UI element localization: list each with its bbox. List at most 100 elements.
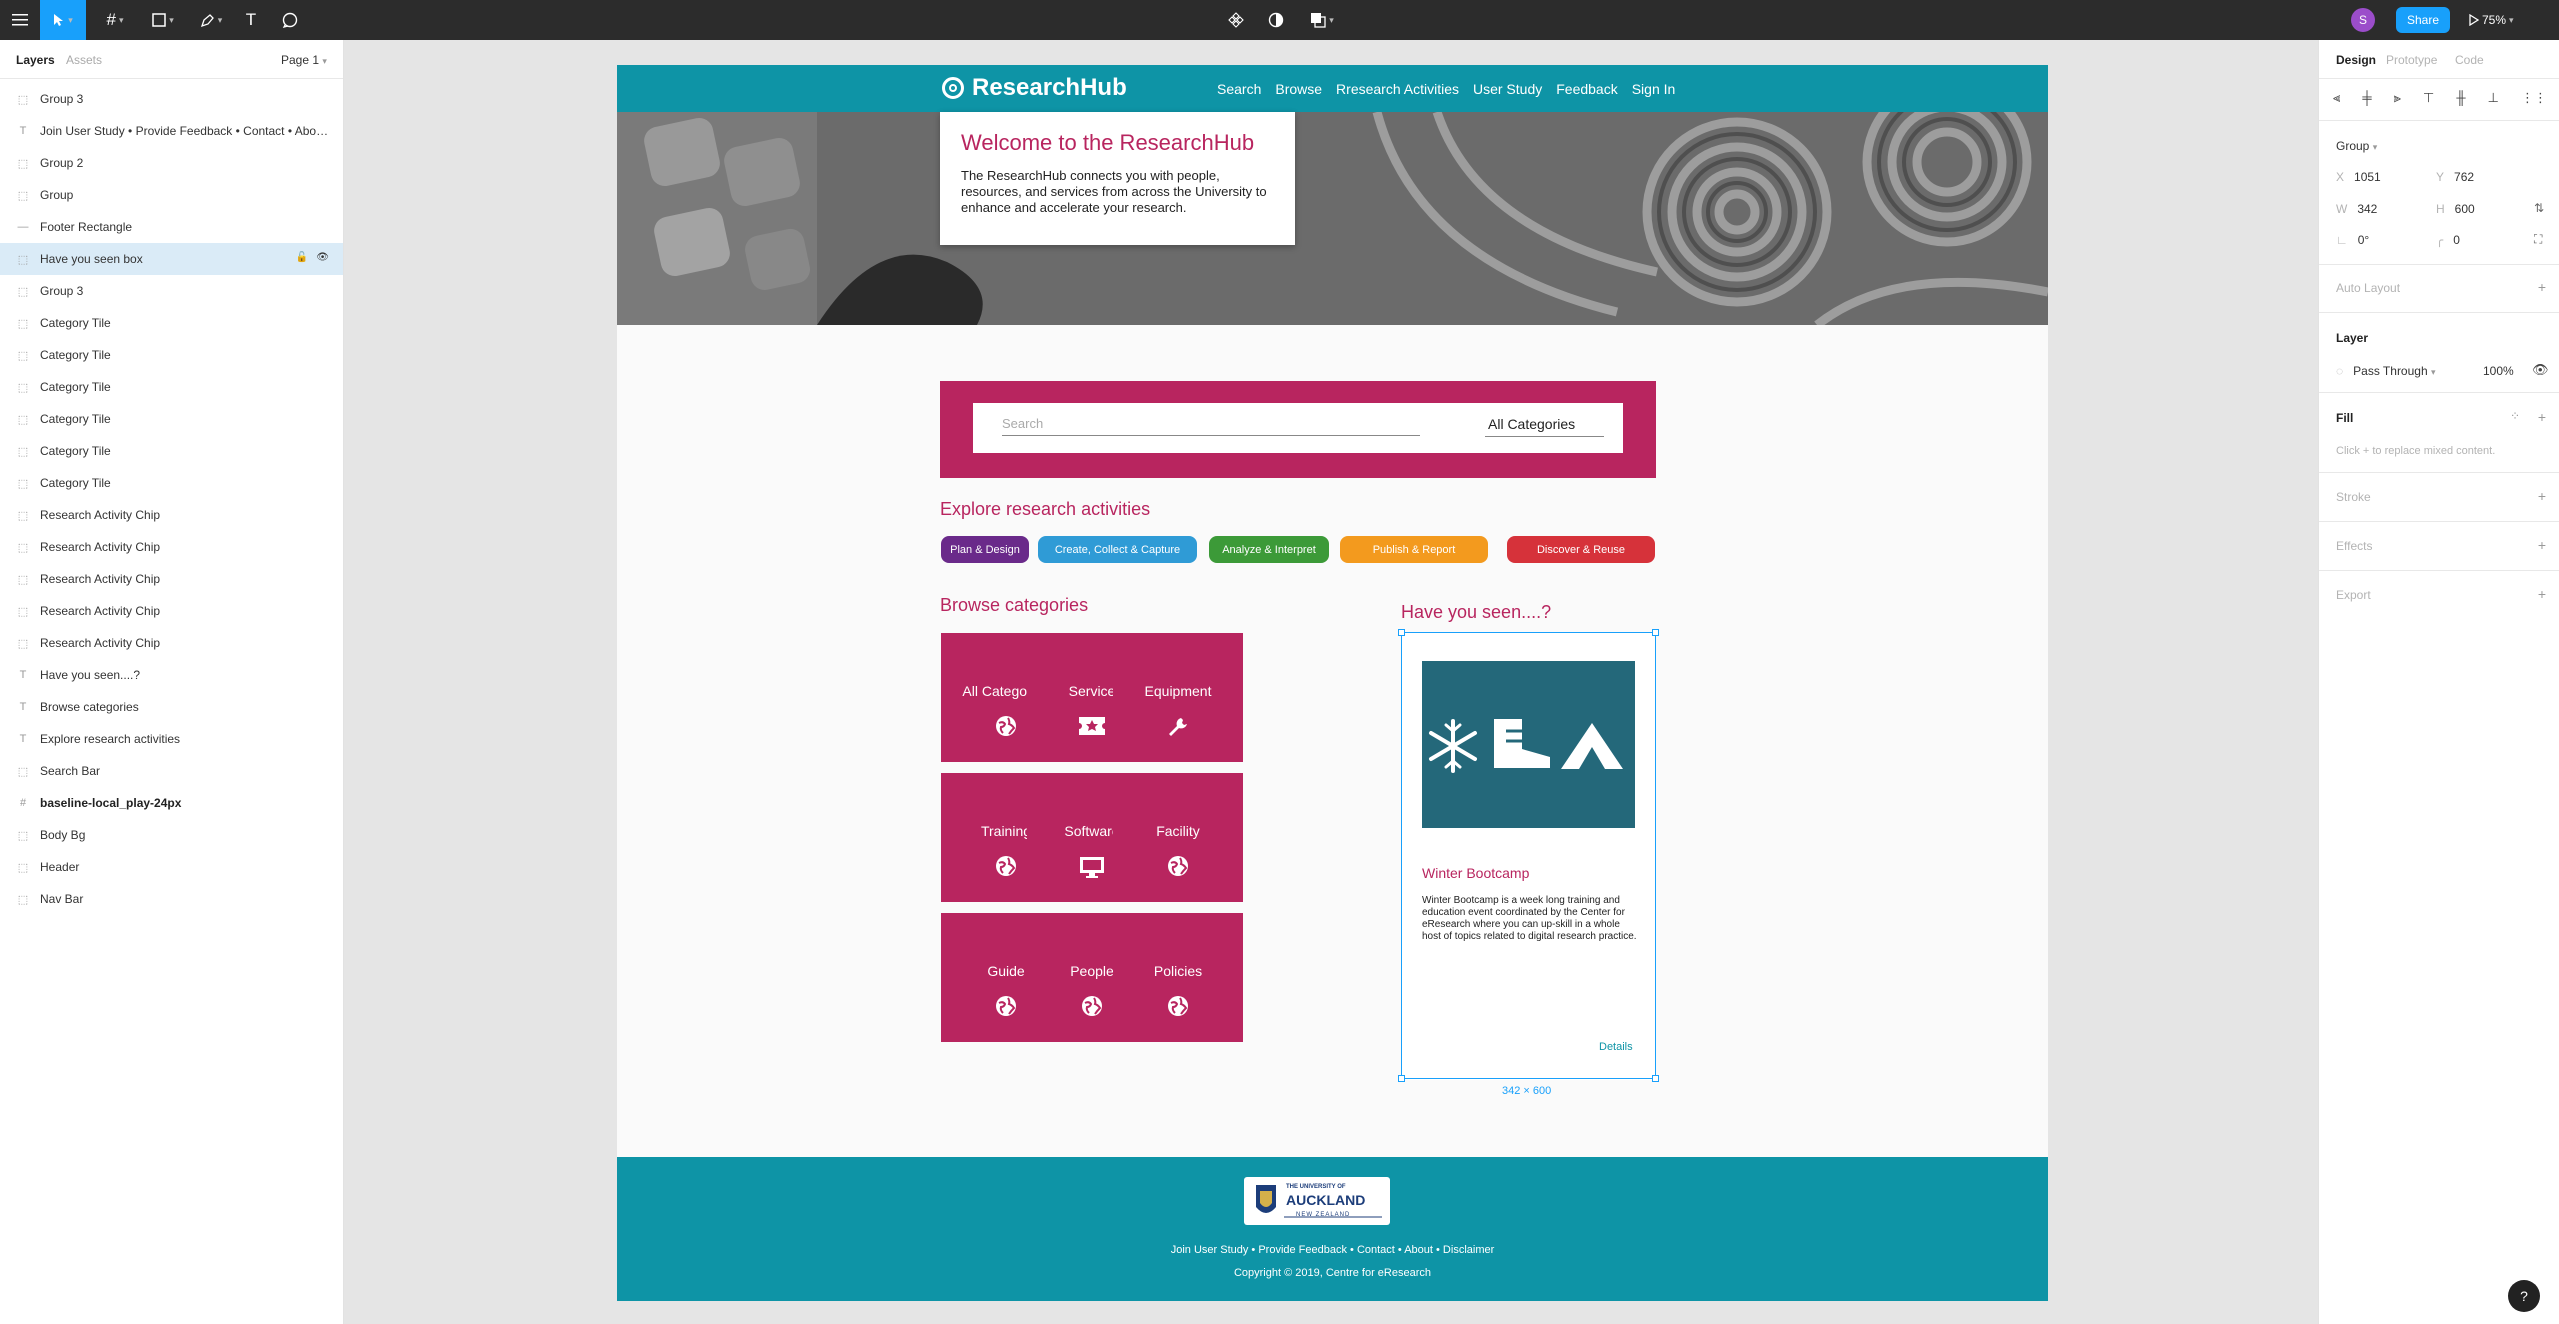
add-stroke-icon[interactable]: + — [2538, 488, 2546, 504]
layer-row[interactable]: T Browse categories — [0, 691, 343, 723]
layer-row[interactable]: ⬚ Research Activity Chip — [0, 531, 343, 563]
boolean-ops-button[interactable]: ▾ — [1304, 0, 1340, 40]
y-field[interactable]: Y 762 — [2436, 170, 2474, 184]
text-tool-button[interactable]: T — [240, 0, 262, 40]
layer-row[interactable]: ⬚ Category Tile — [0, 307, 343, 339]
components-button[interactable] — [1224, 0, 1248, 40]
selection-type-dropdown[interactable]: Group ▾ — [2336, 139, 2377, 153]
main-menu-button[interactable] — [0, 0, 40, 40]
researchhub-logo[interactable]: ResearchHub — [942, 73, 1127, 103]
layer-row[interactable]: T Join User Study • Provide Feedback • Co… — [0, 115, 343, 147]
layer-row[interactable]: ⬚ Research Activity Chip — [0, 627, 343, 659]
category-tile[interactable]: Facility — [1113, 773, 1243, 902]
align-center-v-icon[interactable]: ╫ — [2456, 90, 2465, 106]
university-of-auckland-logo[interactable]: THE UNIVERSITY OF AUCKLAND NEW ZEALAND — [1244, 1177, 1390, 1225]
rotation-field[interactable]: ∟ 0° — [2336, 233, 2369, 247]
chip-discover-reuse[interactable]: Discover & Reuse — [1507, 536, 1655, 563]
layer-row[interactable]: ⬚ Category Tile — [0, 435, 343, 467]
tab-prototype[interactable]: Prototype — [2386, 53, 2437, 67]
layer-row[interactable]: ⬚ Category Tile — [0, 339, 343, 371]
visibility-eye-icon[interactable]: 👁 — [2532, 362, 2549, 378]
shape-tool-button[interactable]: ▾ — [144, 0, 182, 40]
opacity-field[interactable]: 100% — [2483, 364, 2514, 378]
eye-icon[interactable]: 👁 — [316, 252, 329, 263]
layer-row[interactable]: — Footer Rectangle — [0, 211, 343, 243]
layer-row[interactable]: ⬚ Search Bar — [0, 755, 343, 787]
tab-design[interactable]: Design — [2336, 53, 2376, 67]
align-center-h-icon[interactable]: ╪ — [2362, 90, 2371, 106]
constrain-proportions-icon[interactable]: ⇅ — [2534, 201, 2544, 215]
category-tile[interactable]: Equipment — [1113, 633, 1243, 762]
chip-plan-design[interactable]: Plan & Design — [941, 536, 1029, 563]
layer-row[interactable]: T Explore research activities — [0, 723, 343, 755]
corner-radius-field[interactable]: ╭ 0 — [2436, 233, 2460, 247]
nav-link-feedback[interactable]: Feedback — [1556, 81, 1617, 97]
layer-row[interactable]: ⬚ Body Bg — [0, 819, 343, 851]
layer-row[interactable]: ⬚ Category Tile — [0, 371, 343, 403]
layer-row[interactable]: ⬚ Nav Bar — [0, 883, 343, 915]
chip-publish-report[interactable]: Publish & Report — [1340, 536, 1488, 563]
category-tile[interactable]: Policies — [1113, 913, 1243, 1042]
resize-handle-bottom-right[interactable] — [1652, 1075, 1659, 1082]
layer-row[interactable]: # baseline-local_play-24px — [0, 787, 343, 819]
align-left-icon[interactable]: ⫷ — [2333, 90, 2340, 106]
help-button[interactable]: ? — [2508, 1280, 2540, 1312]
tab-assets[interactable]: Assets — [66, 53, 102, 67]
resize-handle-top-right[interactable] — [1652, 629, 1659, 636]
layer-row[interactable]: ⬚ Research Activity Chip — [0, 595, 343, 627]
unlock-icon[interactable]: 🔓 — [296, 252, 308, 263]
layer-row[interactable]: ⬚ Research Activity Chip — [0, 499, 343, 531]
align-top-icon[interactable]: ⊤ — [2423, 90, 2434, 106]
layer-row[interactable]: ⬚ Category Tile — [0, 403, 343, 435]
category-select[interactable]: All Categories — [1485, 416, 1604, 437]
height-field[interactable]: H 600 — [2436, 202, 2475, 216]
layer-row[interactable]: ⬚ Category Tile — [0, 467, 343, 499]
layer-row[interactable]: ⬚ Group — [0, 179, 343, 211]
footer-links[interactable]: Join User Study • Provide Feedback • Con… — [617, 1244, 2048, 1256]
nav-link-sign-in[interactable]: Sign In — [1632, 81, 1676, 97]
move-tool-button[interactable]: ▾ — [40, 0, 86, 40]
tab-layers[interactable]: Layers — [16, 53, 55, 67]
add-effect-icon[interactable]: + — [2538, 537, 2546, 553]
design-frame[interactable]: ResearchHub Search Browse Rresearch Acti… — [617, 65, 2048, 1301]
add-export-icon[interactable]: + — [2538, 586, 2546, 602]
distribute-icon[interactable]: ⋮⋮ — [2521, 90, 2547, 106]
nav-link-research-activities[interactable]: Rresearch Activities — [1336, 81, 1459, 97]
search-input[interactable]: Search — [1002, 416, 1420, 436]
nav-link-search[interactable]: Search — [1217, 81, 1261, 97]
comment-tool-button[interactable] — [278, 0, 302, 40]
layer-row[interactable]: ⬚ Header — [0, 851, 343, 883]
layer-row[interactable]: ⬚ Group 2 — [0, 147, 343, 179]
pen-tool-button[interactable]: ▾ — [192, 0, 230, 40]
align-bottom-icon[interactable]: ⊥ — [2488, 90, 2499, 106]
nav-link-browse[interactable]: Browse — [1275, 81, 1322, 97]
blend-mode-dropdown[interactable]: ◌ Pass Through ▾ — [2336, 364, 2436, 378]
width-field[interactable]: W 342 — [2336, 202, 2377, 216]
layer-row[interactable]: ⬚ Group 3 — [0, 83, 343, 115]
layer-row[interactable]: ⬚ Have you seen box 🔓 👁 — [0, 243, 343, 275]
tab-code[interactable]: Code — [2455, 53, 2484, 67]
independent-corners-icon[interactable]: ⛶ — [2534, 232, 2542, 247]
add-fill-icon[interactable]: + — [2538, 409, 2546, 425]
resize-handle-bottom-left[interactable] — [1398, 1075, 1405, 1082]
frame-tool-button[interactable]: # ▾ — [96, 0, 134, 40]
add-auto-layout-icon[interactable]: + — [2538, 279, 2546, 295]
x-field[interactable]: X 1051 — [2336, 170, 2381, 184]
chip-create-collect-capture[interactable]: Create, Collect & Capture — [1038, 536, 1197, 563]
nav-link-user-study[interactable]: User Study — [1473, 81, 1542, 97]
layer-name: Research Activity Chip — [40, 508, 161, 522]
layer-row[interactable]: T Have you seen....? — [0, 659, 343, 691]
theme-toggle-button[interactable] — [1264, 0, 1288, 40]
share-button[interactable]: Share — [2396, 7, 2450, 33]
selection-outline[interactable] — [1401, 632, 1656, 1079]
layer-row[interactable]: ⬚ Group 3 — [0, 275, 343, 307]
style-grid-icon[interactable]: ⁘ — [2510, 409, 2520, 423]
layer-row[interactable]: ⬚ Research Activity Chip — [0, 563, 343, 595]
align-right-icon[interactable]: ⫸ — [2394, 90, 2401, 106]
zoom-dropdown[interactable]: 75% ▾ — [2482, 0, 2514, 40]
present-button[interactable] — [2466, 0, 2482, 40]
chip-analyze-interpret[interactable]: Analyze & Interpret — [1209, 536, 1329, 563]
resize-handle-top-left[interactable] — [1398, 629, 1405, 636]
page-selector[interactable]: Page 1 ▾ — [281, 53, 327, 67]
user-avatar[interactable]: S — [2351, 8, 2375, 32]
